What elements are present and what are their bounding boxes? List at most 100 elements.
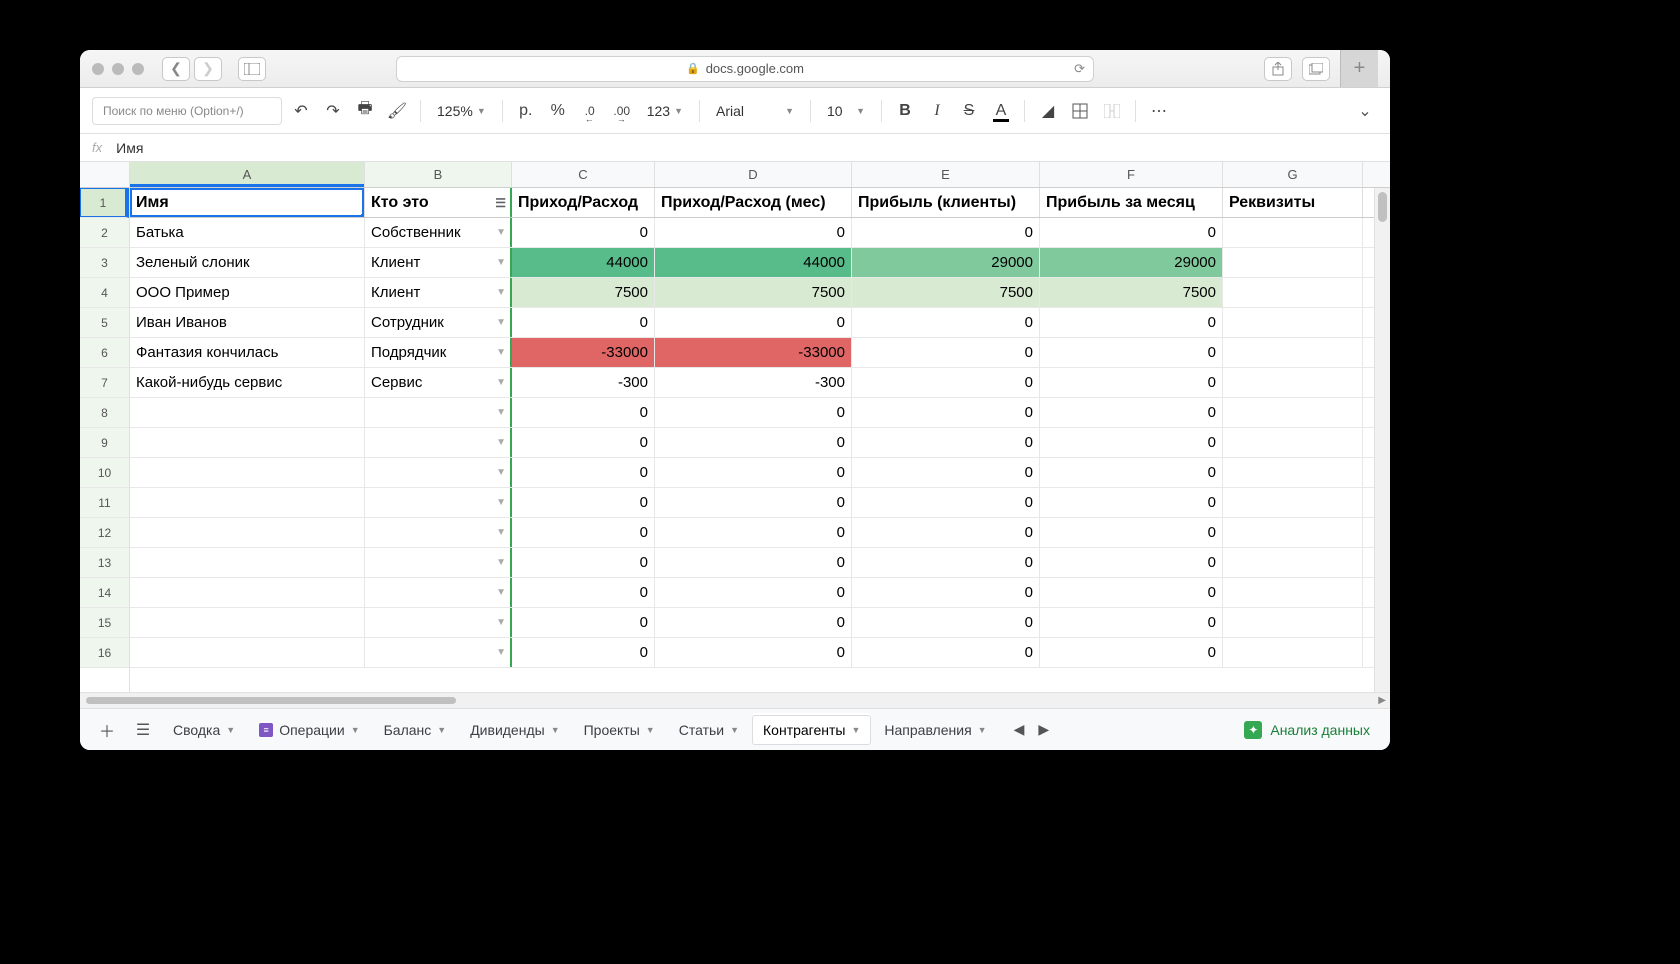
dropdown-arrow-icon[interactable]: ▼ (496, 527, 506, 538)
cell-D15[interactable]: 0 (655, 608, 852, 637)
currency-button[interactable]: р. (513, 97, 539, 125)
dropdown-arrow-icon[interactable]: ▼ (496, 407, 506, 418)
sidebar-toggle-button[interactable] (238, 57, 266, 81)
add-sheet-button[interactable]: ＋ (90, 715, 124, 745)
cell-F11[interactable]: 0 (1040, 488, 1223, 517)
dropdown-arrow-icon[interactable]: ▼ (496, 377, 506, 388)
italic-button[interactable]: I (924, 97, 950, 125)
cell-D3[interactable]: 44000 (655, 248, 852, 277)
sheet-tab-Баланс[interactable]: Баланс▼ (373, 715, 458, 745)
header-cell-E[interactable]: Прибыль (клиенты) (852, 188, 1040, 217)
cell-D13[interactable]: 0 (655, 548, 852, 577)
cell-E12[interactable]: 0 (852, 518, 1040, 547)
cell-D14[interactable]: 0 (655, 578, 852, 607)
vertical-scroll-thumb[interactable] (1378, 192, 1387, 222)
sheet-tab-Дивиденды[interactable]: Дивиденды▼ (459, 715, 570, 745)
row-header-1[interactable]: 1 (80, 188, 129, 218)
cell-C7[interactable]: -300 (512, 368, 655, 397)
formula-value[interactable]: Имя (116, 140, 143, 156)
caret-down-icon[interactable]: ▼ (646, 725, 655, 735)
cell-E16[interactable]: 0 (852, 638, 1040, 667)
cell-B6[interactable]: Подрядчик▼ (365, 338, 512, 367)
dropdown-arrow-icon[interactable]: ▼ (496, 347, 506, 358)
all-sheets-button[interactable]: ☰ (126, 715, 160, 745)
explore-button[interactable]: ✦ Анализ данных (1234, 721, 1380, 739)
cell-A7[interactable]: Какой-нибудь сервис (130, 368, 365, 397)
cell-G15[interactable] (1223, 608, 1363, 637)
horizontal-scroll-thumb[interactable] (86, 697, 456, 704)
dropdown-arrow-icon[interactable]: ▼ (496, 227, 506, 238)
sheet-tab-Операции[interactable]: ≡Операции▼ (248, 715, 370, 745)
cell-D5[interactable]: 0 (655, 308, 852, 337)
cell-D10[interactable]: 0 (655, 458, 852, 487)
cell-G8[interactable] (1223, 398, 1363, 427)
header-cell-G[interactable]: Реквизиты (1223, 188, 1363, 217)
cell-C8[interactable]: 0 (512, 398, 655, 427)
vertical-scrollbar[interactable] (1374, 188, 1390, 692)
cell-A16[interactable] (130, 638, 365, 667)
cell-C5[interactable]: 0 (512, 308, 655, 337)
cell-C14[interactable]: 0 (512, 578, 655, 607)
row-header-3[interactable]: 3 (80, 248, 129, 278)
cell-G9[interactable] (1223, 428, 1363, 457)
cell-B8[interactable]: ▼ (365, 398, 512, 427)
cell-D16[interactable]: 0 (655, 638, 852, 667)
cell-F16[interactable]: 0 (1040, 638, 1223, 667)
header-cell-C[interactable]: Приход/Расход (512, 188, 655, 217)
increase-decimal-button[interactable]: .00 → (609, 97, 635, 125)
row-header-8[interactable]: 8 (80, 398, 129, 428)
caret-down-icon[interactable]: ▼ (978, 725, 987, 735)
sheet-tab-Сводка[interactable]: Сводка▼ (162, 715, 246, 745)
cell-C10[interactable]: 0 (512, 458, 655, 487)
cell-C4[interactable]: 7500 (512, 278, 655, 307)
row-header-13[interactable]: 13 (80, 548, 129, 578)
cell-G11[interactable] (1223, 488, 1363, 517)
undo-button[interactable]: ↶ (288, 97, 314, 125)
grid-body[interactable]: ABCDEFG ИмяКто это☰Приход/РасходПриход/Р… (130, 162, 1390, 692)
cell-G14[interactable] (1223, 578, 1363, 607)
cell-E4[interactable]: 7500 (852, 278, 1040, 307)
cell-A4[interactable]: ООО Пример (130, 278, 365, 307)
sheet-tab-Контрагенты[interactable]: Контрагенты▼ (752, 715, 871, 745)
cell-F9[interactable]: 0 (1040, 428, 1223, 457)
cell-C6[interactable]: -33000 (512, 338, 655, 367)
cell-G4[interactable] (1223, 278, 1363, 307)
cell-D9[interactable]: 0 (655, 428, 852, 457)
cell-B4[interactable]: Клиент▼ (365, 278, 512, 307)
row-header-12[interactable]: 12 (80, 518, 129, 548)
cell-E8[interactable]: 0 (852, 398, 1040, 427)
row-header-11[interactable]: 11 (80, 488, 129, 518)
paint-format-button[interactable]: 🖌 (384, 97, 410, 125)
dropdown-arrow-icon[interactable]: ▼ (496, 647, 506, 658)
select-all-corner[interactable] (80, 162, 129, 188)
cell-G5[interactable] (1223, 308, 1363, 337)
cell-B10[interactable]: ▼ (365, 458, 512, 487)
cell-B9[interactable]: ▼ (365, 428, 512, 457)
cell-A11[interactable] (130, 488, 365, 517)
cell-B15[interactable]: ▼ (365, 608, 512, 637)
caret-down-icon[interactable]: ▼ (551, 725, 560, 735)
new-tab-button[interactable]: + (1340, 50, 1378, 87)
print-button[interactable]: 🖶 (352, 97, 378, 125)
sheet-tab-Направления[interactable]: Направления▼ (873, 715, 997, 745)
cell-D2[interactable]: 0 (655, 218, 852, 247)
cell-B11[interactable]: ▼ (365, 488, 512, 517)
cell-G3[interactable] (1223, 248, 1363, 277)
cell-G12[interactable] (1223, 518, 1363, 547)
cell-A15[interactable] (130, 608, 365, 637)
cell-D12[interactable]: 0 (655, 518, 852, 547)
zoom-dropdown[interactable]: 125%▼ (431, 103, 492, 119)
caret-down-icon[interactable]: ▼ (437, 725, 446, 735)
row-header-5[interactable]: 5 (80, 308, 129, 338)
cell-G16[interactable] (1223, 638, 1363, 667)
forward-button[interactable]: ❯ (194, 57, 222, 81)
cell-G6[interactable] (1223, 338, 1363, 367)
row-header-15[interactable]: 15 (80, 608, 129, 638)
cell-B3[interactable]: Клиент▼ (365, 248, 512, 277)
scroll-right-arrow-icon[interactable]: ▶ (1378, 695, 1386, 706)
sheet-tab-Статьи[interactable]: Статьи▼ (668, 715, 750, 745)
cell-E9[interactable]: 0 (852, 428, 1040, 457)
row-header-14[interactable]: 14 (80, 578, 129, 608)
column-header-B[interactable]: B (365, 162, 512, 187)
cell-B16[interactable]: ▼ (365, 638, 512, 667)
